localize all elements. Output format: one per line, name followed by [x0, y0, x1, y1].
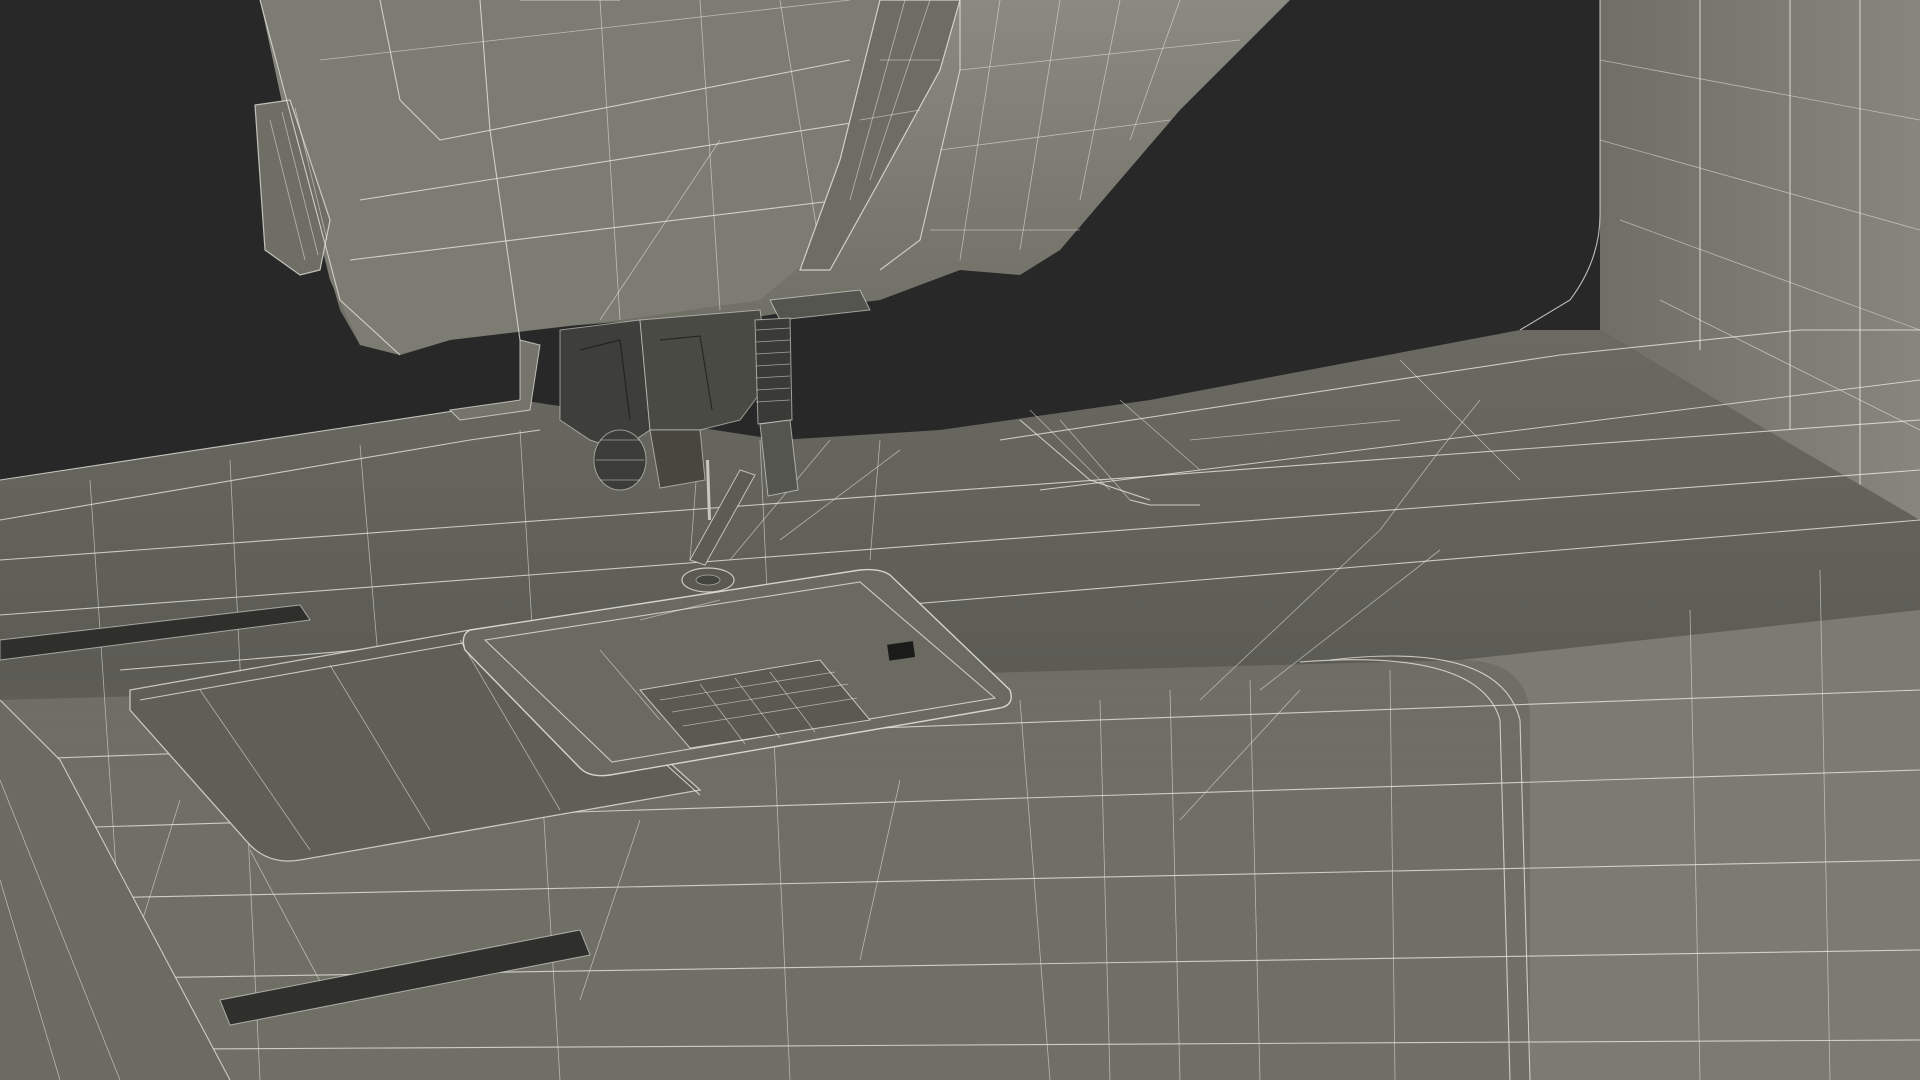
- wireframe-render: [0, 0, 1920, 1080]
